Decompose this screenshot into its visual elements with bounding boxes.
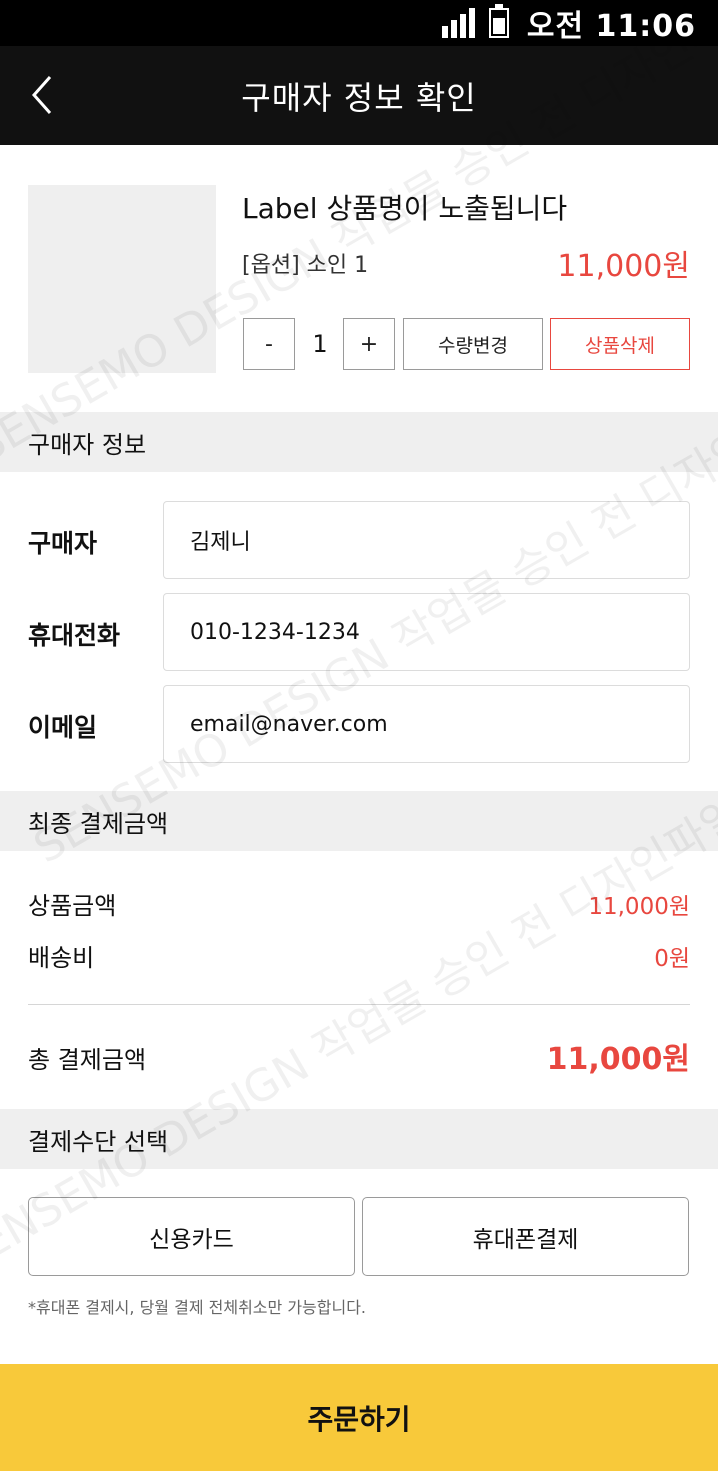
status-time: 오전 11:06 bbox=[526, 9, 696, 44]
phone-payment-button[interactable]: 휴대폰결제 bbox=[362, 1197, 689, 1276]
header: 구매자 정보 확인 bbox=[0, 46, 718, 145]
quantity-minus-button[interactable]: - bbox=[243, 318, 295, 370]
buyer-email-field[interactable]: email@naver.com bbox=[163, 685, 690, 763]
buyer-phone-label: 휴대전화 bbox=[28, 621, 121, 650]
product-option: [옵션] 소인 1 bbox=[242, 253, 369, 278]
buyer-phone-field[interactable]: 010-1234-1234 bbox=[163, 593, 690, 671]
credit-card-button[interactable]: 신용카드 bbox=[28, 1197, 355, 1276]
shipping-value: 0원 bbox=[654, 946, 690, 972]
payment-note: *휴대폰 결제시, 당월 결제 전체취소만 가능합니다. bbox=[28, 1298, 367, 1317]
chevron-left-icon bbox=[31, 76, 52, 114]
quantity-value: 1 bbox=[312, 330, 328, 358]
buyer-name-label: 구매자 bbox=[28, 529, 98, 558]
battery-icon bbox=[488, 4, 509, 38]
change-quantity-button[interactable]: 수량변경 bbox=[403, 318, 543, 370]
buyer-email-label: 이메일 bbox=[28, 713, 98, 742]
delete-product-button[interactable]: 상품삭제 bbox=[550, 318, 690, 370]
payment-method-title: 결제수단 선택 bbox=[0, 1109, 718, 1169]
buyer-name-field[interactable]: 김제니 bbox=[163, 501, 690, 579]
quantity-plus-button[interactable]: + bbox=[343, 318, 395, 370]
signal-icon bbox=[441, 8, 475, 38]
payment-summary-title: 최종 결제금액 bbox=[0, 791, 718, 851]
buyer-section-title: 구매자 정보 bbox=[0, 412, 718, 472]
product-section: Label 상품명이 노출됩니다 [옵션] 소인 1 11,000원 - 1 +… bbox=[0, 145, 718, 412]
product-amount-label: 상품금액 bbox=[28, 892, 117, 920]
back-button[interactable] bbox=[22, 72, 62, 118]
status-bar: 오전 11:06 bbox=[0, 0, 718, 46]
product-name: Label 상품명이 노출됩니다 bbox=[242, 192, 568, 225]
total-amount-value: 11,000원 bbox=[546, 1042, 690, 1077]
order-button[interactable]: 주문하기 bbox=[0, 1364, 718, 1471]
total-amount-label: 총 결제금액 bbox=[28, 1046, 147, 1074]
shipping-label: 배송비 bbox=[28, 944, 95, 972]
page-title: 구매자 정보 확인 bbox=[241, 78, 477, 117]
product-price: 11,000원 bbox=[557, 249, 690, 284]
summary-divider bbox=[28, 1004, 690, 1005]
product-amount-value: 11,000원 bbox=[588, 894, 690, 920]
product-thumbnail bbox=[28, 185, 216, 373]
